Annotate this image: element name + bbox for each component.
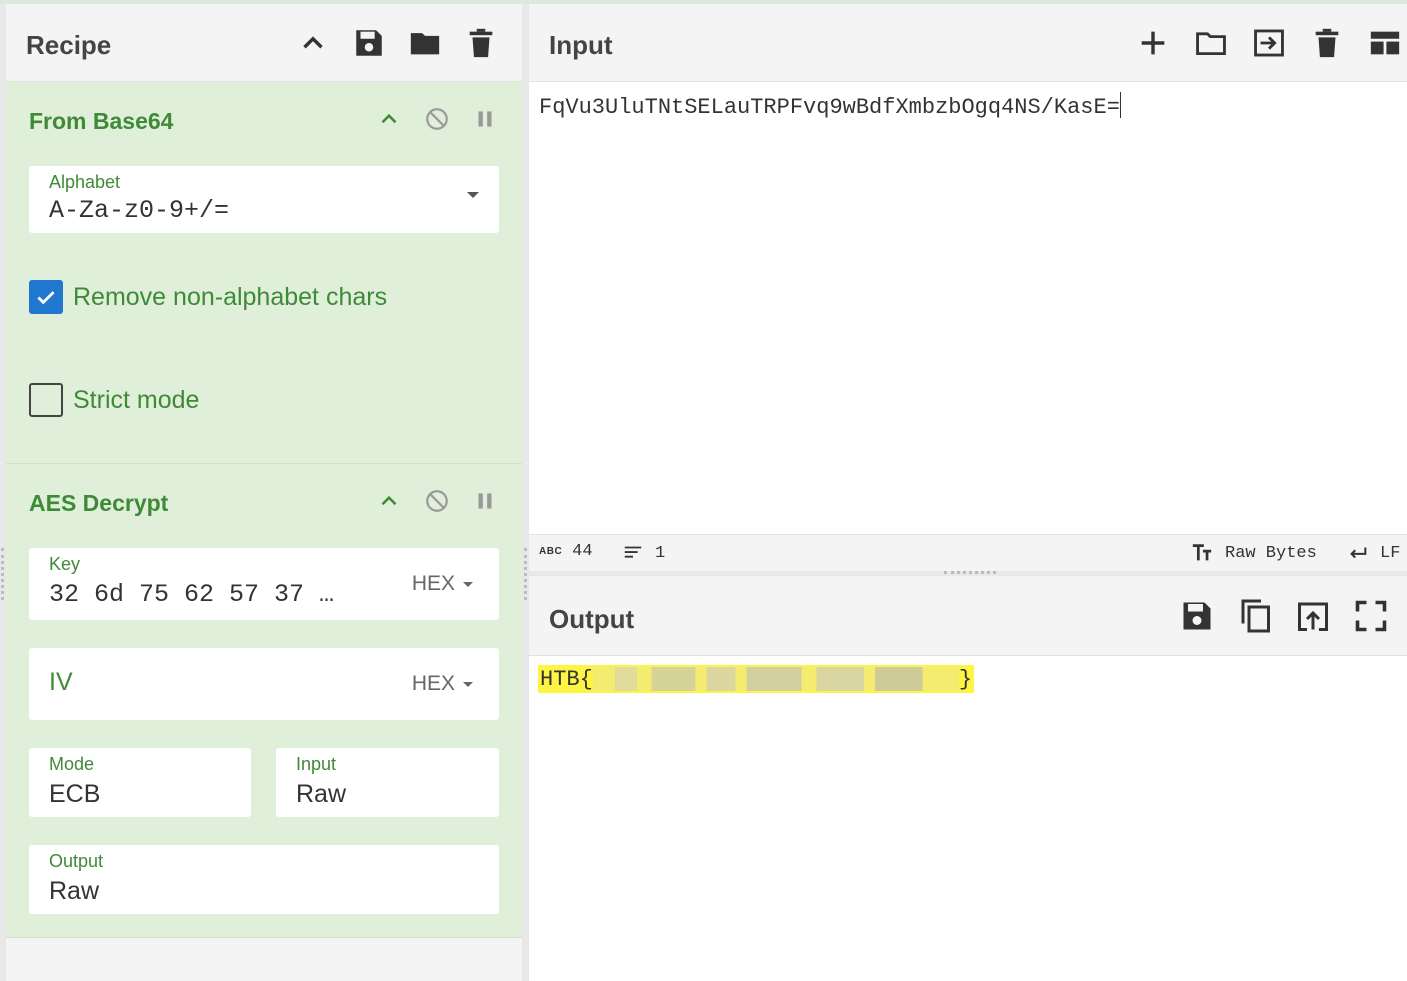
checkbox-unchecked-icon[interactable] [29, 383, 63, 417]
collapse-chevron-icon[interactable] [376, 488, 402, 514]
save-icon[interactable] [352, 26, 386, 60]
resize-handle-vertical[interactable] [524, 548, 527, 600]
output-panel: Output HTB{} [529, 576, 1407, 981]
output-format-label: Output [49, 851, 104, 871]
save-output-icon[interactable] [1179, 598, 1215, 634]
iv-field[interactable]: IV HEX [29, 648, 499, 720]
return-arrow-icon [1350, 547, 1367, 559]
text-cursor [1119, 92, 1121, 118]
maximise-icon[interactable] [1353, 598, 1389, 634]
alphabet-label: Alphabet [49, 172, 121, 192]
operation-aes-decrypt: AES Decrypt Key 32 6d 75 62 57 37 … HEX … [6, 464, 522, 938]
disable-icon[interactable] [424, 488, 450, 514]
iv-placeholder: IV [49, 668, 73, 696]
alphabet-select[interactable]: Alphabet A-Za-z0-9+/= [29, 166, 499, 233]
op-title-aes-decrypt: AES Decrypt [29, 490, 169, 516]
disable-icon[interactable] [424, 106, 450, 132]
strict-mode-label: Strict mode [73, 385, 200, 414]
recipe-title: Recipe [26, 30, 112, 60]
op-title-from-base64: From Base64 [29, 108, 174, 134]
pause-icon[interactable] [472, 106, 498, 132]
lines-icon [624, 546, 642, 558]
input-text: FqVu3UluTNtSELauTRPFvq9wBdfXmbzbOgq4NS/K… [539, 95, 1120, 120]
alphabet-value: A-Za-z0-9+/= [49, 196, 230, 225]
mode-value: ECB [49, 780, 101, 808]
abc-icon: ABC [539, 546, 563, 557]
input-textarea[interactable]: FqVu3UluTNtSELauTRPFvq9wBdfXmbzbOgq4NS/K… [539, 92, 1121, 120]
input-format-select[interactable]: Input Raw [276, 748, 499, 817]
text-encoding-icon [1192, 544, 1212, 561]
line-count: 1 [621, 542, 665, 564]
add-tab-icon[interactable] [1135, 26, 1171, 60]
remove-non-alphabet-label: Remove non-alphabet chars [73, 282, 388, 311]
output-suffix: } [958, 666, 973, 692]
collapse-chevron-icon[interactable] [376, 106, 402, 132]
key-value: 32 6d 75 62 57 37 … [49, 580, 335, 609]
chevron-up-icon[interactable] [296, 26, 330, 60]
key-format-label: HEX [411, 572, 455, 595]
resize-handle-left[interactable] [1, 548, 4, 600]
chevron-down-icon [463, 581, 473, 587]
input-statusbar: ABC 44 1 Raw Bytes LF [529, 534, 1407, 571]
resize-handle-horizontal[interactable] [944, 571, 996, 574]
clear-input-icon[interactable] [1309, 26, 1345, 60]
redacted-flag [592, 667, 959, 691]
layout-icon[interactable] [1367, 26, 1403, 60]
eol-button[interactable]: LF [1346, 542, 1400, 564]
chevron-down-icon [463, 681, 473, 687]
output-header: Output [529, 576, 1407, 656]
input-panel: Input FqVu3UluTNtSELauTRPFvq9wBdfXmbzbOg… [529, 4, 1407, 571]
char-count-value: 44 [572, 542, 593, 561]
mode-label: Mode [49, 754, 95, 774]
char-count: ABC 44 [539, 542, 593, 561]
key-label: Key [49, 554, 81, 574]
output-format-select[interactable]: Output Raw [29, 845, 499, 914]
input-format-value: Raw [296, 780, 347, 808]
mode-select[interactable]: Mode ECB [29, 748, 251, 817]
remove-non-alphabet-checkbox[interactable]: Remove non-alphabet chars [29, 280, 387, 314]
chevron-down-icon [467, 192, 479, 198]
input-format-label: Input [296, 754, 337, 774]
open-file-icon[interactable] [1251, 26, 1287, 60]
replace-input-icon[interactable] [1295, 598, 1331, 634]
eol-value: LF [1380, 543, 1401, 563]
copy-icon[interactable] [1237, 598, 1273, 634]
input-header: Input [529, 4, 1407, 82]
key-field[interactable]: Key 32 6d 75 62 57 37 … HEX [29, 548, 499, 620]
input-title: Input [549, 30, 613, 60]
open-folder-icon[interactable] [1193, 26, 1229, 60]
encoding-button[interactable]: Raw Bytes [1189, 542, 1317, 564]
checkbox-checked-icon[interactable] [29, 280, 63, 314]
output-title: Output [549, 604, 635, 634]
key-format-select[interactable]: HEX [412, 572, 473, 596]
strict-mode-checkbox[interactable]: Strict mode [29, 383, 199, 417]
pause-icon[interactable] [472, 488, 498, 514]
output-text[interactable]: HTB{} [538, 665, 975, 693]
iv-format-select[interactable]: HEX [412, 672, 473, 696]
trash-icon[interactable] [464, 26, 498, 60]
folder-icon[interactable] [408, 26, 442, 60]
output-prefix: HTB{ [540, 666, 593, 692]
iv-format-label: HEX [411, 672, 455, 695]
encoding-value: Raw Bytes [1225, 543, 1317, 563]
output-format-value: Raw [49, 877, 100, 905]
recipe-panel: Recipe From Base64 Alphabet A-Za-z0-9+/=… [6, 4, 522, 981]
operation-from-base64: From Base64 Alphabet A-Za-z0-9+/= Remove… [6, 82, 522, 464]
recipe-header: Recipe [6, 4, 522, 82]
line-count-value: 1 [655, 543, 666, 563]
